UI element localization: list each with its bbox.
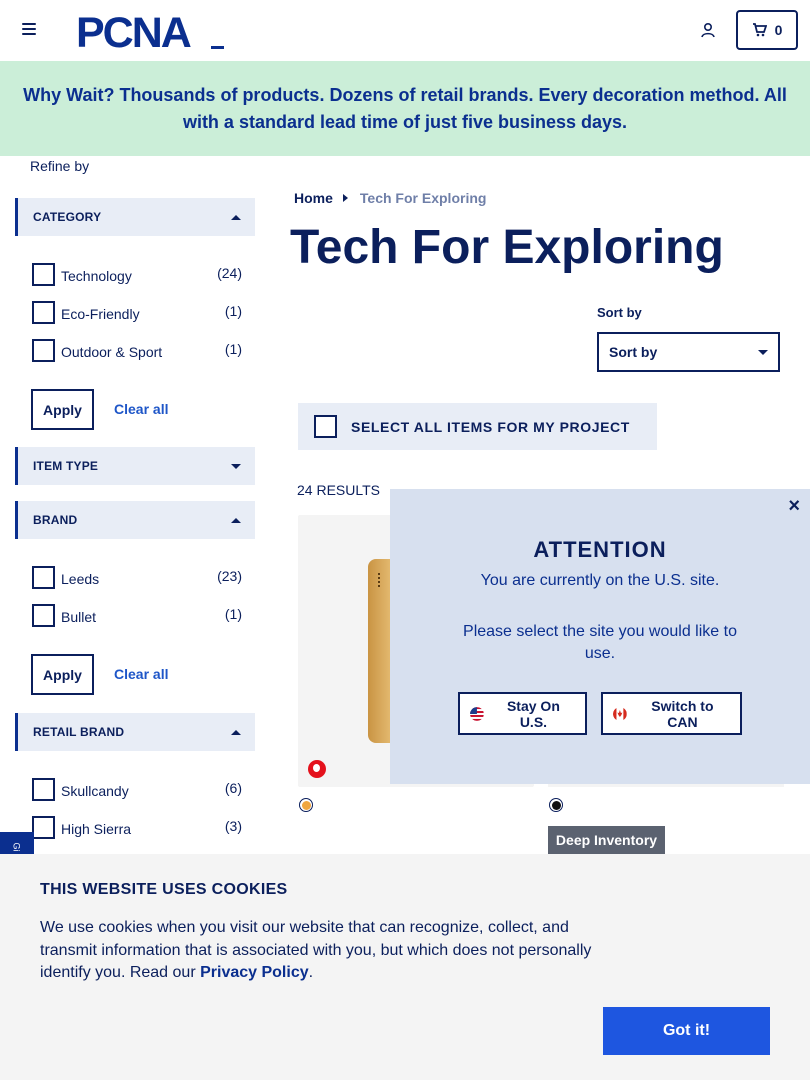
facet-option-high-sierra[interactable]: High Sierra (3) [32,816,242,840]
category-apply-button[interactable]: Apply [31,389,94,430]
facet-option-label: High Sierra [61,821,132,837]
modal-prompt: Please select the site you would like to… [463,623,737,662]
cart-count: 0 [774,22,783,38]
checkbox[interactable] [32,816,55,839]
facet-option-label: Leeds [61,571,100,587]
cookie-message: We use cookies when you visit our websit… [40,917,610,985]
refine-by-label: Refine by [30,158,90,174]
breadcrumb-home-link[interactable]: Home [294,190,333,206]
pcna-logo[interactable]: PCNA [76,11,224,51]
checkbox[interactable] [32,301,55,324]
facet-header-label: CATEGORY [33,210,102,224]
got-it-button[interactable]: Got it! [603,1007,770,1055]
modal-title: ATTENTION [533,537,667,562]
facet-header-category[interactable]: CATEGORY [15,198,255,236]
logo-text: PCNA [76,11,191,51]
caret-up-icon [231,517,241,523]
switch-to-can-label: Switch to CAN [651,697,714,730]
breadcrumb-current: Tech For Exploring [359,190,487,206]
us-flag-icon [470,706,484,721]
caret-down-icon [231,463,241,469]
facet-option-count: (1) [224,341,242,357]
facet-header-brand[interactable]: BRAND [15,501,255,539]
color-swatch-orange[interactable] [299,798,313,812]
facet-option-eco-friendly[interactable]: Eco-Friendly (1) [32,301,242,325]
facet-option-label: Bullet [61,609,97,625]
cookie-banner: THIS WEBSITE USES COOKIES We use cookies… [0,854,810,1080]
promo-banner: Why Wait? Thousands of products. Dozens … [0,61,810,156]
chevron-down-icon [758,349,768,355]
modal-message: You are currently on the U.S. site. [480,572,720,589]
facet-option-label: Skullcandy [61,783,129,799]
facet-header-item-type[interactable]: ITEM TYPE [15,447,255,485]
facet-header-label: ITEM TYPE [33,459,99,473]
close-icon[interactable]: × [788,495,800,518]
facet-option-technology[interactable]: Technology (24) [32,263,242,287]
checkbox[interactable] [32,263,55,286]
category-clear-all-link[interactable]: Clear all [114,401,168,417]
brand-clear-all-link[interactable]: Clear all [114,666,168,682]
swatch-fill [301,800,311,810]
switch-to-can-button[interactable]: Switch to CAN [601,692,742,735]
facet-option-count: (1) [224,606,242,622]
promo-banner-text: Why Wait? Thousands of products. Dozens … [23,84,787,132]
cookie-message-period: . [308,964,314,981]
facet-header-retail-brand[interactable]: RETAIL BRAND [15,713,255,751]
facet-option-label: Technology [61,268,132,284]
hamburger-icon[interactable] [22,23,36,37]
cart-icon [752,23,767,37]
facet-option-skullcandy[interactable]: Skullcandy (6) [32,778,242,802]
facet-option-leeds[interactable]: Leeds (23) [32,566,242,590]
facet-option-count: (3) [224,818,242,834]
color-swatch-black[interactable] [549,798,563,812]
facet-header-label: BRAND [33,513,78,527]
facet-option-bullet[interactable]: Bullet (1) [32,604,242,628]
facet-option-outdoor-sport[interactable]: Outdoor & Sport (1) [32,339,242,363]
select-all-items-checkbox[interactable]: SELECT ALL ITEMS FOR MY PROJECT [298,403,657,450]
cookie-title: THIS WEBSITE USES COOKIES [40,881,288,898]
facet-header-label: RETAIL BRAND [33,725,125,739]
select-all-label: SELECT ALL ITEMS FOR MY PROJECT [351,418,630,435]
caret-up-icon [231,729,241,735]
stay-on-us-label: Stay On U.S. [506,697,560,730]
privacy-policy-link[interactable]: Privacy Policy [200,964,309,981]
swatch-fill [551,800,561,810]
account-icon[interactable] [700,22,716,38]
brand-apply-button[interactable]: Apply [31,654,94,695]
facet-option-count: (1) [224,303,242,319]
canada-flag-icon [613,706,627,721]
sort-select-value: Sort by [609,344,658,360]
cart-button[interactable]: 0 [736,10,798,50]
facet-option-count: (6) [224,780,242,796]
site-header: PCNA 0 [0,0,810,61]
stay-on-us-button[interactable]: Stay On U.S. [458,692,587,735]
checkbox[interactable] [32,566,55,589]
deep-inventory-badge: Deep Inventory [548,826,665,854]
facet-option-count: (24) [217,265,242,281]
facet-option-label: Outdoor & Sport [61,344,163,360]
page-title: Tech For Exploring [290,221,724,274]
facet-option-label: Eco-Friendly [61,306,140,322]
chevron-right-icon [342,194,348,202]
breadcrumb: Home Tech For Exploring [294,190,486,206]
caret-up-icon [231,214,241,220]
checkbox[interactable] [32,778,55,801]
facet-option-count: (23) [217,568,242,584]
checkbox[interactable] [314,415,337,438]
sort-select[interactable]: Sort by [597,332,780,372]
results-count: 24 RESULTS [297,482,380,498]
skullcandy-brand-icon [308,760,326,778]
checkbox[interactable] [32,339,55,362]
checkbox[interactable] [32,604,55,627]
sort-label: Sort by [597,305,642,320]
site-selection-modal: × ATTENTION You are currently on the U.S… [390,489,810,784]
gift-tab-label: Gi [11,842,22,852]
cookie-message-text: We use cookies when you visit our websit… [40,919,592,981]
